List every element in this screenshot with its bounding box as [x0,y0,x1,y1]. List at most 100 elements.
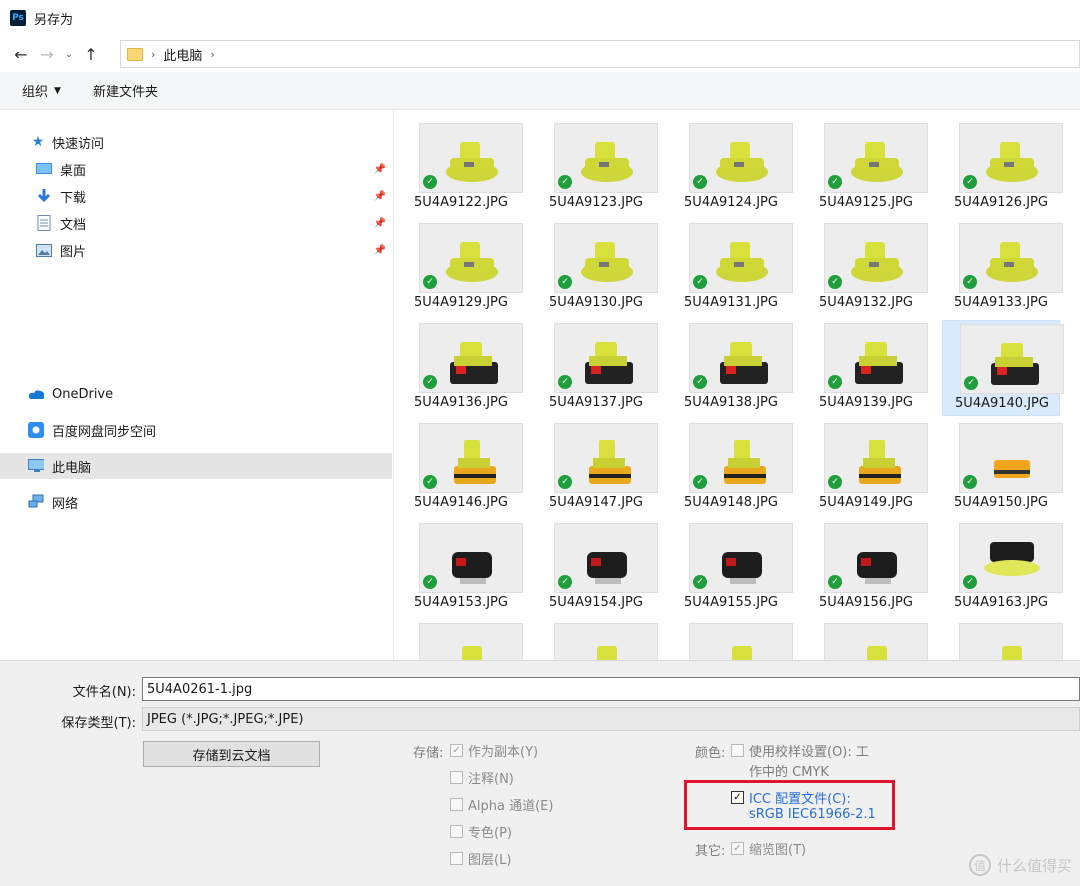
synced-check-icon: ✓ [558,475,572,489]
sidebar-item-network[interactable]: 网络 [0,489,392,515]
file-item[interactable]: ✓ 5U4A9129.JPG [402,220,523,316]
organize-button[interactable]: 组织 ▼ [22,81,61,100]
file-item-partial[interactable] [672,620,793,660]
file-name: 5U4A9138.JPG [684,395,778,410]
organize-label: 组织 [22,85,49,100]
file-item[interactable]: ✓ 5U4A9149.JPG [807,420,928,516]
sidebar-item-label: OneDrive [52,386,114,402]
breadcrumb-this-pc[interactable]: 此电脑 [163,45,202,64]
file-item[interactable]: ✓ 5U4A9147.JPG [537,420,658,516]
file-item[interactable]: ✓ 5U4A9138.JPG [672,320,793,416]
file-name: 5U4A9139.JPG [819,395,913,410]
file-item[interactable]: ✓ 5U4A9125.JPG [807,120,928,216]
alpha-checkbox[interactable]: Alpha 通道(E) [450,795,553,814]
sidebar-item-pictures[interactable]: 图片 📌 [0,237,392,263]
star-icon: ★ [31,134,45,150]
thumbnail-label: 缩览图(T) [749,843,807,858]
file-item[interactable]: ✓ 5U4A9153.JPG [402,520,523,616]
file-name: 5U4A9130.JPG [549,295,643,310]
forward-arrow-icon[interactable]: → [34,41,60,67]
synced-check-icon: ✓ [963,175,977,189]
file-type-select[interactable]: JPEG (*.JPG;*.JPEG;*.JPE) [142,707,1080,731]
download-icon [36,188,52,204]
file-item[interactable]: ✓ 5U4A9163.JPG [942,520,1063,616]
file-item[interactable]: ✓ 5U4A9130.JPG [537,220,658,316]
file-item[interactable]: ✓ 5U4A9123.JPG [537,120,658,216]
sidebar-item-this-pc[interactable]: 此电脑 [0,453,392,479]
sidebar-item-downloads[interactable]: 下载 📌 [0,183,392,209]
synced-check-icon: ✓ [558,575,572,589]
sidebar-item-label: 文档 [60,217,87,233]
pin-icon[interactable]: 📌 [374,245,386,256]
synced-check-icon: ✓ [828,175,842,189]
pin-icon[interactable]: 📌 [374,191,386,202]
up-arrow-icon[interactable]: ↑ [78,41,104,67]
synced-check-icon: ✓ [828,375,842,389]
thumbnail-checkbox[interactable]: ✓ 缩览图(T) [731,839,806,858]
synced-check-icon: ✓ [693,275,707,289]
file-item[interactable]: ✓ 5U4A9124.JPG [672,120,793,216]
file-item[interactable]: ✓ 5U4A9146.JPG [402,420,523,516]
use-proof-label-line2: 作中的 CMYK [749,765,829,780]
file-item-partial[interactable] [942,620,1063,660]
thumbnail-image [867,646,887,660]
as-copy-checkbox[interactable]: ✓ 作为副本(Y) [450,741,538,760]
recent-dropdown-icon[interactable]: ⌄ [60,41,78,67]
sidebar-item-baidu[interactable]: 百度网盘同步空间 [0,417,392,443]
file-item[interactable]: ✓ 5U4A9140.JPG [942,320,1064,416]
sidebar-item-quick-access[interactable]: ★ 快速访问 [0,129,392,155]
file-item[interactable]: ✓ 5U4A9131.JPG [672,220,793,316]
file-thumbnail: ✓ [419,523,523,593]
pin-icon[interactable]: 📌 [374,164,386,175]
file-list: ✓ 5U4A9122.JPG ✓ 5U4A9123.JPG ✓ 5U4A9124.JPG ✓… [393,110,1080,660]
file-item[interactable]: ✓ 5U4A9155.JPG [672,520,793,616]
file-item[interactable]: ✓ 5U4A9148.JPG [672,420,793,516]
file-item[interactable]: ✓ 5U4A9122.JPG [402,120,523,216]
file-item[interactable]: ✓ 5U4A9156.JPG [807,520,928,616]
file-thumbnail: ✓ [824,223,928,293]
address-row: ← → ⌄ ↑ › 此电脑 › [0,36,1080,72]
thumbnail-image [597,646,617,660]
sidebar-item-onedrive[interactable]: OneDrive [0,381,392,407]
file-item[interactable]: ✓ 5U4A9126.JPG [942,120,1063,216]
use-proof-checkbox[interactable]: 使用校样设置(O): 工 [731,741,869,760]
breadcrumb-separator: › [151,47,156,61]
file-name: 5U4A9126.JPG [954,195,1048,210]
use-proof-label: 使用校样设置(O): 工 [749,745,869,760]
file-item[interactable]: ✓ 5U4A9137.JPG [537,320,658,416]
file-item[interactable]: ✓ 5U4A9132.JPG [807,220,928,316]
save-to-cloud-button[interactable]: 存储到云文档 [143,741,320,767]
file-item[interactable]: ✓ 5U4A9154.JPG [537,520,658,616]
file-item-partial[interactable] [537,620,658,660]
pin-icon[interactable]: 📌 [374,218,386,229]
notes-checkbox[interactable]: 注释(N) [450,768,514,787]
layers-checkbox[interactable]: 图层(L) [450,849,511,868]
synced-check-icon: ✓ [423,275,437,289]
file-item-partial[interactable] [402,620,523,660]
file-item[interactable]: ✓ 5U4A9136.JPG [402,320,523,416]
file-thumbnail: ✓ [959,223,1063,293]
filename-input[interactable]: 5U4A0261-1.jpg [142,677,1080,701]
thumbnail-image [732,646,752,660]
file-item[interactable]: ✓ 5U4A9133.JPG [942,220,1063,316]
synced-check-icon: ✓ [963,575,977,589]
file-thumbnail: ✓ [959,123,1063,193]
file-thumbnail [824,623,928,660]
new-folder-button[interactable]: 新建文件夹 [93,81,158,100]
pictures-icon [36,242,52,258]
breadcrumb-separator[interactable]: › [210,48,214,61]
sidebar-item-desktop[interactable]: 桌面 📌 [0,156,392,182]
synced-check-icon: ✓ [693,575,707,589]
file-item[interactable]: ✓ 5U4A9150.JPG [942,420,1063,516]
file-item[interactable]: ✓ 5U4A9139.JPG [807,320,928,416]
file-name: 5U4A9129.JPG [414,295,508,310]
sidebar-item-documents[interactable]: 文档 📌 [0,210,392,236]
file-item-partial[interactable] [807,620,928,660]
synced-check-icon: ✓ [963,475,977,489]
file-thumbnail: ✓ [824,323,928,393]
sidebar-item-label: 此电脑 [52,460,92,476]
back-arrow-icon[interactable]: ← [8,41,34,67]
cloud-icon [28,386,44,402]
spot-color-checkbox[interactable]: 专色(P) [450,822,512,841]
address-bar[interactable]: › 此电脑 › [120,40,1080,68]
